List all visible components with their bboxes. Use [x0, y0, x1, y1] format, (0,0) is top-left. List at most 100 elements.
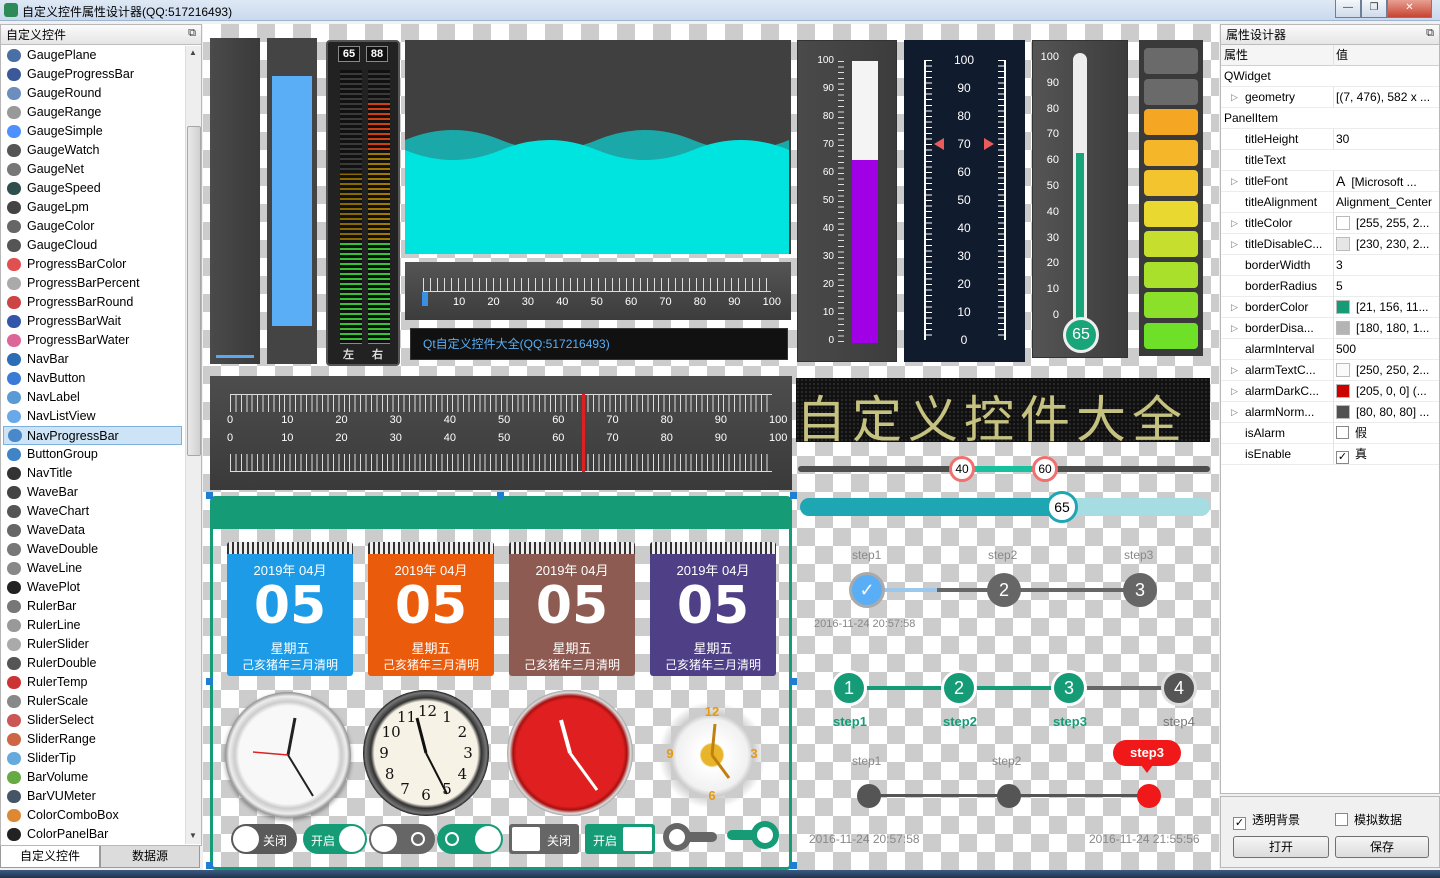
controls-list-item[interactable]: GaugeNet [1, 160, 185, 179]
controls-list-item[interactable]: GaugeLpm [1, 198, 185, 217]
controls-list-item[interactable]: NavProgressBar [3, 426, 182, 445]
tip-handle[interactable]: 65 [1046, 491, 1078, 523]
property-row[interactable]: ▷ borderColor [21, 156, 11... [1221, 297, 1439, 318]
property-row[interactable]: ▷ titleDisableC... [230, 230, 2... [1221, 234, 1439, 255]
switch-off-square[interactable]: 关闭 [509, 824, 579, 854]
property-checkbox[interactable] [1336, 426, 1349, 439]
property-value[interactable]: ✓ 真 [1333, 444, 1439, 465]
property-row[interactable]: ▷ titleColor [255, 255, 2... [1221, 213, 1439, 234]
controls-list-item[interactable]: NavListView [1, 407, 185, 426]
property-row[interactable]: borderRadius 5 [1221, 276, 1439, 297]
controls-list-item[interactable]: RulerLine [1, 616, 185, 635]
controls-list-item[interactable]: GaugeWatch [1, 141, 185, 160]
controls-list-item[interactable]: ColorComboBox [1, 806, 185, 825]
switch-off-1[interactable]: 关闭 [231, 824, 297, 854]
controls-list-item[interactable]: RulerBar [1, 597, 185, 616]
resize-handle[interactable] [790, 862, 797, 869]
property-row[interactable]: isEnable ✓ 真 [1221, 444, 1439, 465]
switch-off-slim[interactable] [663, 822, 719, 852]
controls-list-item[interactable]: GaugePlane [1, 46, 185, 65]
switch-on-slim[interactable] [725, 820, 781, 850]
controls-list-item[interactable]: RulerSlider [1, 635, 185, 654]
scrollbar-thumb[interactable] [187, 126, 201, 456]
design-canvas[interactable]: 65 88 左 右 10 20 30 40 50 60 70 80 90 100 Qt自定义控件大… [203, 24, 1219, 870]
controls-list-item[interactable]: RulerTemp [1, 673, 185, 692]
simulate-data-checkbox[interactable] [1335, 813, 1348, 826]
controls-list-item[interactable]: SliderRange [1, 730, 185, 749]
property-row[interactable]: ▷ geometry [(7, 476), 582 x ... [1221, 87, 1439, 108]
controls-list-item[interactable]: ProgressBarWait [1, 312, 185, 331]
controls-list-item[interactable]: WavePlot [1, 578, 185, 597]
property-value[interactable]: Alignment_Center [1333, 192, 1439, 213]
controls-list-item[interactable]: GaugeColor [1, 217, 185, 236]
controls-list-item[interactable]: GaugeProgressBar [1, 65, 185, 84]
slider-range[interactable]: 40 60 [798, 454, 1210, 484]
property-row[interactable]: titleAlignment Alignment_Center [1221, 192, 1439, 213]
open-button[interactable]: 打开 [1233, 836, 1329, 858]
expand-arrow-icon[interactable]: ▷ [1231, 171, 1238, 192]
property-value[interactable]: 3 [1333, 255, 1439, 276]
controls-list-item[interactable]: WaveBar [1, 483, 185, 502]
property-value[interactable]: [180, 180, 1... [1333, 318, 1439, 339]
controls-list-item[interactable]: ButtonGroup [1, 445, 185, 464]
property-row[interactable]: titleHeight 30 [1221, 129, 1439, 150]
controls-list-item[interactable]: RulerScale [1, 692, 185, 711]
controls-list-item[interactable]: SliderSelect [1, 711, 185, 730]
property-value[interactable]: [(7, 476), 582 x ... [1333, 87, 1439, 108]
controls-list-item[interactable]: ProgressBarWater [1, 331, 185, 350]
controls-list-item[interactable]: GaugeSimple [1, 122, 185, 141]
property-row[interactable]: isAlarm 假 [1221, 423, 1439, 444]
property-row[interactable]: titleText [1221, 150, 1439, 171]
property-value[interactable]: [80, 80, 80] ... [1333, 402, 1439, 423]
controls-list-scrollbar[interactable]: ▲ ▼ [185, 46, 201, 844]
controls-list-item[interactable]: GaugeSpeed [1, 179, 185, 198]
controls-list-item[interactable]: ProgressBarRound [1, 293, 185, 312]
switch-on-1[interactable]: 开启 [303, 824, 367, 854]
tab-datasource[interactable]: 数据源 [100, 846, 200, 868]
property-row[interactable]: ▷ alarmNorm... [80, 80, 80] ... [1221, 402, 1439, 423]
controls-list-item[interactable]: GaugeRound [1, 84, 185, 103]
expand-arrow-icon[interactable]: ▷ [1231, 213, 1238, 234]
property-value[interactable]: [230, 230, 2... [1333, 234, 1439, 255]
controls-list[interactable]: GaugePlane GaugeProgressBar GaugeRound Gaug… [1, 46, 185, 844]
scroll-down-icon[interactable]: ▼ [189, 831, 197, 840]
controls-list-item[interactable]: WaveLine [1, 559, 185, 578]
controls-list-item[interactable]: BarVUMeter [1, 787, 185, 806]
controls-list-item[interactable]: RulerDouble [1, 654, 185, 673]
property-value[interactable]: [250, 250, 2... [1333, 360, 1439, 381]
resize-handle[interactable] [206, 492, 213, 499]
transparent-bg-option[interactable]: ✓ 透明背景 [1233, 811, 1300, 830]
simulate-data-option[interactable]: 模拟数据 [1335, 811, 1402, 828]
controls-list-item[interactable]: GaugeRange [1, 103, 185, 122]
property-value[interactable]: 30 [1333, 129, 1439, 150]
ruler-bar-horizontal[interactable]: 10 20 30 40 50 60 70 80 90 100 [405, 262, 791, 320]
controls-list-item[interactable]: SliderTip [1, 749, 185, 768]
switch-off-2[interactable] [369, 824, 435, 854]
controls-list-item[interactable]: ColorPanelBar [1, 825, 185, 844]
tab-controls[interactable]: 自定义控件 [0, 846, 100, 868]
nav-bar-vertical[interactable] [210, 38, 260, 364]
property-row[interactable]: ▷ titleFont A [Microsoft ... [1221, 171, 1439, 193]
dock-float-icon[interactable]: ⧉ [1426, 27, 1434, 40]
controls-list-item[interactable]: NavTitle [1, 464, 185, 483]
property-value[interactable]: [21, 156, 11... [1333, 297, 1439, 318]
controls-list-item[interactable]: GaugeCloud [1, 236, 185, 255]
save-button[interactable]: 保存 [1335, 836, 1429, 858]
property-group-row[interactable]: QWidget [1221, 66, 1439, 87]
double-ruler-indicator[interactable] [582, 394, 586, 472]
property-row[interactable]: alarmInterval 500 [1221, 339, 1439, 360]
property-value[interactable]: [205, 0, 0] (... [1333, 381, 1439, 402]
restore-button[interactable]: ❐ [1361, 0, 1387, 18]
scroll-up-icon[interactable]: ▲ [189, 48, 197, 57]
window-titlebar[interactable]: 自定义控件属性设计器(QQ:517216493) — ❐ ✕ [0, 0, 1440, 21]
controls-list-item[interactable]: ProgressBarColor [1, 255, 185, 274]
controls-list-item[interactable]: BarVolume [1, 768, 185, 787]
resize-handle[interactable] [790, 492, 797, 499]
property-value[interactable]: A [Microsoft ... [1333, 171, 1439, 193]
expand-arrow-icon[interactable]: ▷ [1231, 87, 1238, 108]
property-value[interactable]: [255, 255, 2... [1333, 213, 1439, 234]
expand-arrow-icon[interactable]: ▷ [1231, 360, 1238, 381]
property-checkbox[interactable]: ✓ [1336, 451, 1349, 464]
property-value[interactable]: 5 [1333, 276, 1439, 297]
dock-float-icon[interactable]: ⧉ [188, 27, 196, 40]
